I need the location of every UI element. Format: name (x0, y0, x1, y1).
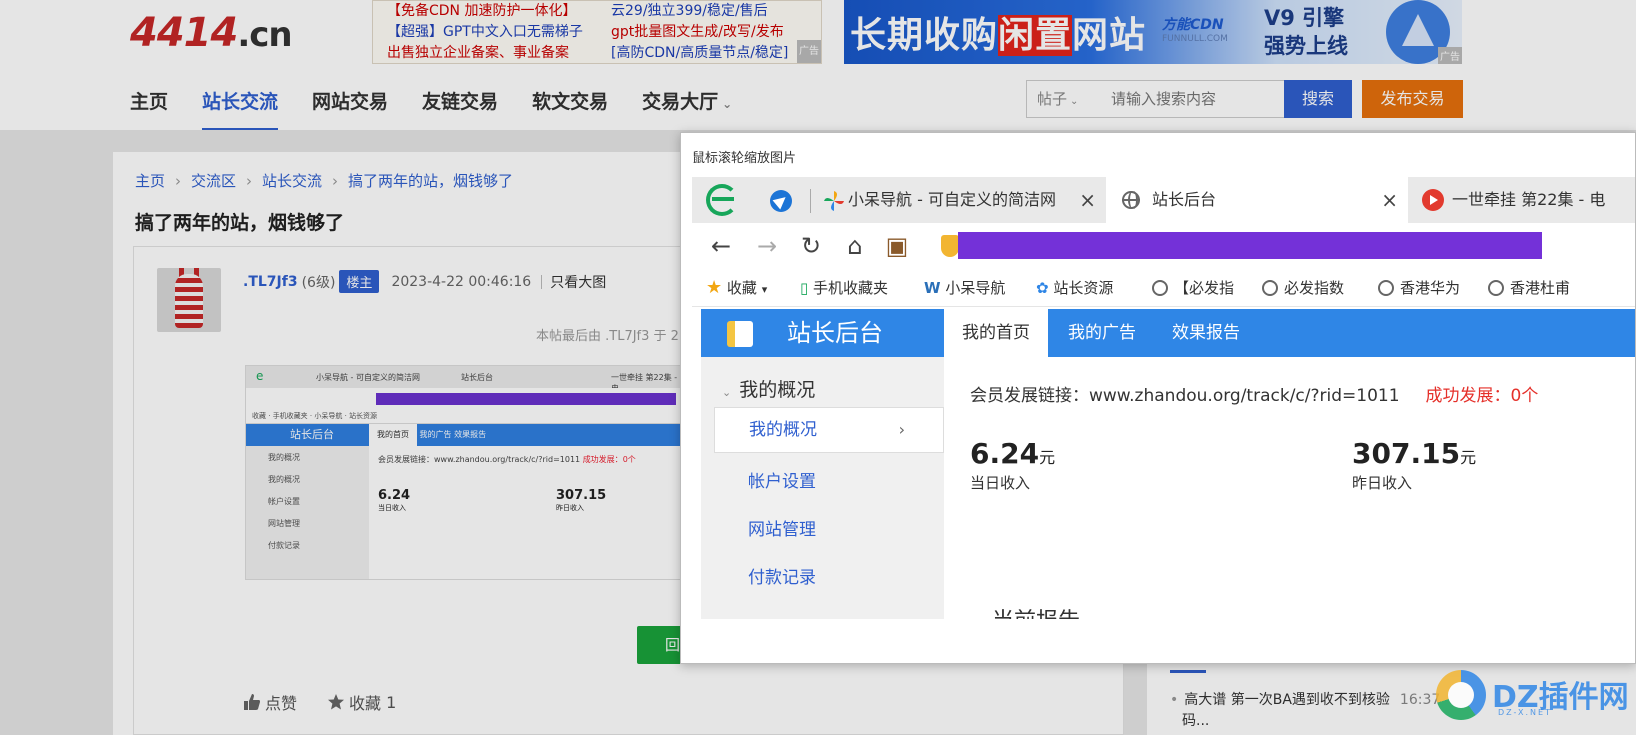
divider (810, 189, 811, 213)
browser-tab-active[interactable]: 站长后台 × (1106, 177, 1408, 223)
star-icon: ★ (706, 277, 723, 298)
home-icon[interactable]: ⌂ (842, 233, 868, 259)
address-bar-redacted[interactable] (958, 232, 1542, 259)
chevron-right-icon: › (898, 420, 905, 439)
tab-label: 小呆导航 - 可自定义的简洁网 (848, 190, 1056, 209)
browser-tab-strip: 小呆导航 - 可自定义的简洁网 × 站长后台 × 一世牵挂 第22集 - 电 (692, 177, 1635, 223)
globe-icon (1122, 191, 1140, 209)
bookmarks-bar: ★ 收藏 ▾ ▯ 手机收藏夹 W 小呆导航 ✿ 站长资源 【必发指 必发指数 香… (692, 269, 1635, 309)
watermark-sub: DZ-X.NET (1498, 708, 1552, 717)
success-count: 0个 (1510, 386, 1539, 406)
zoomed-image[interactable]: 小呆导航 - 可自定义的简洁网 × 站长后台 × 一世牵挂 第22集 - 电 ←… (692, 177, 1635, 619)
admin-tab-ads[interactable]: 我的广告 (1050, 309, 1154, 357)
globe-icon (1152, 280, 1168, 296)
member-link-label: 会员发展链接： (970, 386, 1089, 406)
book-icon (727, 321, 753, 347)
bookmark-xiaodai[interactable]: W 小呆导航 (924, 269, 1005, 307)
close-icon[interactable]: × (1079, 177, 1096, 223)
video-icon (1422, 189, 1444, 211)
shield-icon (941, 235, 959, 257)
forward-arrow-icon[interactable]: → (754, 233, 780, 259)
today-income: 6.24元 当日收入 (970, 437, 1056, 492)
paw-icon: ✿ (1036, 279, 1049, 297)
admin-tab-report[interactable]: 效果报告 (1154, 309, 1258, 357)
success-label: 成功发展： (1425, 386, 1511, 406)
browser-address-row: ← → ↻ ⌂ ▣ (692, 223, 1635, 269)
wordpress-icon: W (924, 279, 941, 297)
send-icon (770, 190, 792, 212)
yesterday-income: 307.15元 昨日收入 (1352, 437, 1477, 492)
bookmark-item[interactable]: 【必发指 (1152, 269, 1234, 307)
admin-item-sites[interactable]: 网站管理 (748, 515, 816, 540)
globe-icon (1378, 280, 1394, 296)
bookmark-item[interactable]: 香港华为 (1378, 269, 1460, 307)
reload-icon[interactable]: ↻ (798, 233, 824, 259)
phone-icon: ▯ (800, 279, 809, 297)
bookmark-resources[interactable]: ✿ 站长资源 (1036, 269, 1113, 307)
close-icon[interactable]: × (1381, 177, 1398, 223)
bookmark-item[interactable]: 必发指数 (1262, 269, 1344, 307)
back-arrow-icon[interactable]: ← (708, 233, 734, 259)
admin-tabs: 我的首页 我的广告 效果报告 (944, 309, 1635, 357)
member-link-url[interactable]: www.zhandou.org/track/c/?rid=1011 (1089, 386, 1400, 406)
bookmark-favorites[interactable]: ★ 收藏 ▾ (706, 269, 767, 309)
pinwheel-icon (824, 191, 844, 211)
admin-item-overview[interactable]: 我的概况 › (714, 407, 944, 453)
watermark-logo-icon (1436, 670, 1486, 720)
admin-page: 站长后台 我的首页 我的广告 效果报告 ⌄ 我的概况 我的概况 › 帐户设置 网站管… (692, 307, 1635, 619)
zoom-hint: 鼠标滚轮缩放图片 (692, 151, 797, 166)
browser-tab[interactable]: 小呆导航 - 可自定义的简洁网 × (816, 177, 1106, 223)
globe-icon (1488, 280, 1504, 296)
admin-item-account[interactable]: 帐户设置 (748, 467, 816, 492)
admin-brand: 站长后台 (701, 309, 944, 357)
chevron-down-icon: ⌄ (722, 386, 732, 399)
admin-group-overview[interactable]: ⌄ 我的概况 (722, 375, 815, 402)
admin-item-payments[interactable]: 付款记录 (748, 563, 816, 588)
browser-tab[interactable]: 一世牵挂 第22集 - 电 (1408, 177, 1635, 223)
member-link-row: 会员发展链接：www.zhandou.org/track/c/?rid=1011… (970, 381, 1538, 406)
bookmark-item[interactable]: 香港杜甫 (1488, 269, 1570, 307)
bookmark-mobile[interactable]: ▯ 手机收藏夹 (800, 269, 888, 307)
report-heading: 当前报告 (992, 603, 1080, 619)
image-zoom-popup[interactable]: 鼠标滚轮缩放图片 小呆导航 - 可自定义的简洁网 × 站长后台 × 一世牵挂 第… (680, 132, 1636, 664)
site-watermark: DZ插件网 DZ-X.NET (1434, 668, 1634, 728)
briefcase-icon[interactable]: ▣ (884, 233, 910, 259)
globe-icon (1262, 280, 1278, 296)
admin-tab-home[interactable]: 我的首页 (944, 309, 1048, 357)
tab-label: 一世牵挂 第22集 - 电 (1452, 190, 1606, 209)
tab-label: 站长后台 (1152, 190, 1217, 209)
browser-logo-icon (706, 184, 738, 216)
